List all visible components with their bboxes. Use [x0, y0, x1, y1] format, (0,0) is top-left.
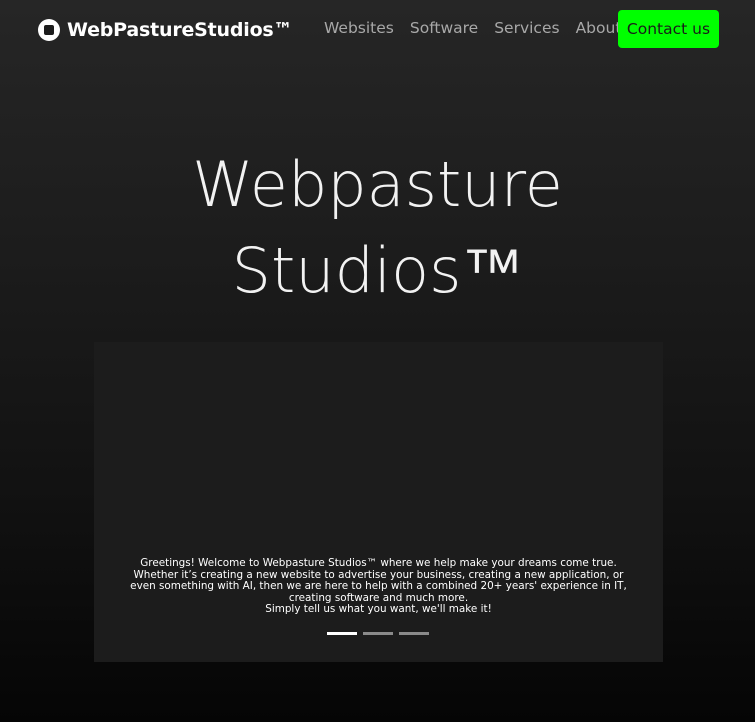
carousel[interactable]: Greetings! Welcome to Webpasture Studios…	[94, 342, 663, 662]
carousel-indicator-2[interactable]	[363, 632, 393, 635]
carousel-indicator-3[interactable]	[399, 632, 429, 635]
nav-link-websites[interactable]: Websites	[324, 19, 394, 37]
contact-us-button[interactable]: Contact us	[618, 10, 719, 48]
nav-link-software[interactable]: Software	[410, 19, 478, 37]
hero-title-line2: Studios™	[231, 234, 524, 307]
nav-links: Websites Software Services About	[324, 19, 637, 37]
nav-link-about[interactable]: About	[576, 19, 622, 37]
caption-line: even something with AI, then we are here…	[130, 580, 627, 592]
caption-line: Simply tell us what you want, we'll make…	[265, 603, 492, 615]
carousel-indicators	[327, 632, 435, 635]
hero-title: Webpasture Studios™	[0, 142, 755, 314]
hero-title-line1: Webpasture	[192, 148, 563, 221]
brand-link[interactable]: WebPastureStudios™	[38, 17, 293, 43]
nav-link-services[interactable]: Services	[494, 19, 559, 37]
brand-name: WebPastureStudios™	[67, 19, 293, 41]
carousel-caption: Greetings! Welcome to Webpasture Studios…	[114, 557, 643, 616]
stop-circle-icon	[38, 19, 60, 41]
navbar: WebPastureStudios™ Websites Software Ser…	[0, 0, 755, 60]
caption-line: Greetings! Welcome to Webpasture Studios…	[140, 557, 617, 569]
carousel-indicator-1[interactable]	[327, 632, 357, 635]
